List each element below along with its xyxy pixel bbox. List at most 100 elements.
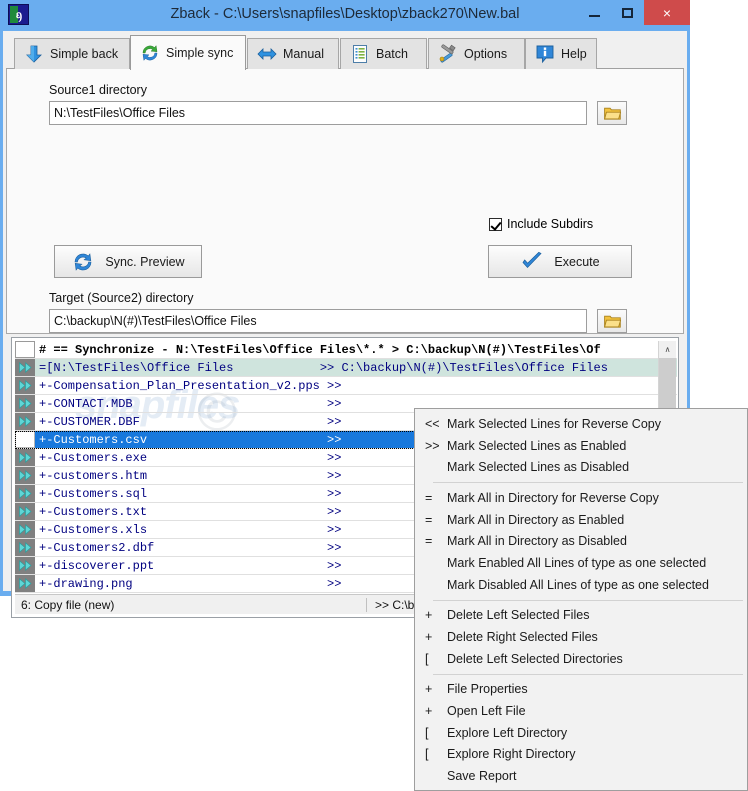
fast-forward-icon — [18, 416, 32, 427]
context-menu-item[interactable]: + Delete Right Selected Files — [415, 626, 747, 648]
close-button[interactable]: × — [644, 0, 690, 25]
context-menu-item[interactable]: Save Report — [415, 765, 747, 787]
context-menu-item[interactable]: Mark Disabled All Lines of type as one s… — [415, 574, 747, 596]
context-menu-item[interactable]: = Mark All in Directory for Reverse Copy — [415, 487, 747, 509]
row-enabled-marker[interactable] — [15, 359, 35, 376]
source1-input[interactable]: N:\TestFiles\Office Files — [49, 101, 587, 125]
execute-button[interactable]: Execute — [488, 245, 632, 278]
tab-help[interactable]: Help — [525, 38, 597, 69]
target-browse-button[interactable] — [597, 309, 627, 333]
menu-separator — [433, 482, 743, 484]
row-enabled-marker[interactable] — [15, 413, 35, 430]
list-context-menu[interactable]: << Mark Selected Lines for Reverse Copy >>… — [414, 408, 748, 791]
context-menu-item[interactable]: Mark Enabled All Lines of type as one se… — [415, 552, 747, 574]
tab-label: Simple back — [50, 47, 119, 61]
menu-item-prefix: + — [425, 630, 433, 645]
table-row[interactable]: # == Synchronize - N:\TestFiles\Office F… — [15, 341, 677, 359]
tab-batch[interactable]: Batch — [340, 38, 427, 69]
fast-forward-icon — [18, 560, 32, 571]
menu-item-prefix: [ — [425, 747, 429, 762]
row-blank-marker[interactable] — [15, 341, 35, 358]
info-bubble-icon — [536, 45, 554, 64]
menu-item-prefix: + — [425, 682, 433, 697]
table-row[interactable]: +-Compensation_Plan_Presentation_v2.pps … — [15, 377, 677, 395]
tab-label: Options — [464, 47, 508, 61]
row-text: =[N:\TestFiles\Office Files >> C:\backup… — [39, 360, 608, 375]
context-menu-item[interactable]: >> Mark Selected Lines as Enabled — [415, 435, 747, 457]
menu-item-label: Delete Right Selected Files — [447, 630, 598, 645]
source1-label: Source1 directory — [49, 83, 147, 97]
row-enabled-marker[interactable] — [15, 467, 35, 484]
menu-item-prefix: [ — [425, 651, 429, 666]
menu-item-prefix: << — [425, 416, 440, 431]
tab-label: Simple sync — [166, 46, 234, 60]
row-enabled-marker[interactable] — [15, 575, 35, 592]
source1-browse-button[interactable] — [597, 101, 627, 125]
execute-label: Execute — [554, 254, 600, 269]
down-arrow-icon — [26, 45, 42, 63]
context-menu-item[interactable]: = Mark All in Directory as Enabled — [415, 509, 747, 531]
target-input[interactable]: C:\backup\N(#)\TestFiles\Office Files — [49, 309, 587, 333]
row-enabled-marker[interactable] — [15, 395, 35, 412]
menu-item-prefix: >> — [425, 438, 440, 453]
context-menu-item[interactable]: [Delete Left Selected Directories — [415, 648, 747, 670]
menu-item-label: Mark All in Directory as Disabled — [447, 534, 627, 549]
tab-strip: Simple back Simple sync Manual Batch Opt… — [6, 34, 684, 70]
maximize-button[interactable] — [611, 0, 644, 25]
menu-item-label: Explore Right Directory — [447, 747, 576, 762]
row-enabled-marker[interactable] — [15, 503, 35, 520]
menu-separator — [433, 599, 743, 601]
tab-simple-sync[interactable]: Simple sync — [130, 35, 246, 70]
minimize-button[interactable] — [578, 0, 611, 25]
fast-forward-icon — [18, 470, 32, 481]
menu-separator — [433, 673, 743, 675]
context-menu-item[interactable]: + File Properties — [415, 679, 747, 701]
menu-item-label: Mark All in Directory for Reverse Copy — [447, 490, 659, 505]
simple-sync-panel: Source1 directory N:\TestFiles\Office Fi… — [6, 69, 684, 334]
sync-preview-button[interactable]: Sync. Preview — [54, 245, 202, 278]
row-enabled-marker[interactable] — [15, 539, 35, 556]
table-row[interactable]: =[N:\TestFiles\Office Files >> C:\backup… — [15, 359, 677, 377]
tab-label: Manual — [283, 47, 324, 61]
fast-forward-icon — [18, 524, 32, 535]
row-text: # == Synchronize - N:\TestFiles\Office F… — [39, 342, 601, 357]
context-menu-item[interactable]: + Delete Left Selected Files — [415, 605, 747, 627]
row-enabled-marker[interactable] — [15, 557, 35, 574]
fast-forward-icon — [18, 380, 32, 391]
folder-open-icon — [603, 315, 621, 328]
menu-item-label: Open Left File — [447, 704, 526, 719]
context-menu-item[interactable]: << Mark Selected Lines for Reverse Copy — [415, 413, 747, 435]
window-controls: × — [578, 0, 690, 25]
context-menu-item[interactable]: Mark Selected Lines as Disabled — [415, 456, 747, 478]
row-enabled-marker[interactable] — [15, 377, 35, 394]
menu-item-label: Explore Left Directory — [447, 725, 568, 740]
tab-manual[interactable]: Manual — [247, 38, 339, 69]
tab-label: Batch — [376, 47, 408, 61]
tab-simple-back[interactable]: Simple back — [14, 38, 130, 69]
menu-item-prefix: + — [425, 704, 433, 719]
menu-item-label: Mark Selected Lines as Disabled — [447, 460, 630, 475]
tab-options[interactable]: Options — [428, 38, 525, 69]
context-menu-item[interactable]: = Mark All in Directory as Disabled — [415, 530, 747, 552]
row-enabled-marker[interactable] — [15, 485, 35, 502]
context-menu-item[interactable]: [ Explore Left Directory — [415, 722, 747, 744]
row-enabled-marker[interactable] — [15, 449, 35, 466]
menu-item-prefix: + — [425, 608, 433, 623]
include-subdirs-checkbox[interactable] — [489, 217, 502, 231]
scroll-up-arrow-icon[interactable]: ∧ — [659, 341, 676, 358]
context-menu-item[interactable]: + Open Left File — [415, 700, 747, 722]
row-enabled-marker[interactable] — [15, 521, 35, 538]
fast-forward-icon — [18, 542, 32, 553]
left-right-arrow-icon — [257, 48, 277, 60]
menu-item-prefix: = — [425, 512, 433, 527]
menu-item-prefix: [ — [425, 725, 429, 740]
menu-item-label: Mark Selected Lines as Enabled — [447, 438, 627, 453]
document-list-icon — [353, 45, 367, 63]
sync-preview-label: Sync. Preview — [105, 254, 185, 269]
minimize-icon — [589, 14, 600, 17]
context-menu-item[interactable]: [ Explore Right Directory — [415, 744, 747, 766]
menu-item-prefix: = — [425, 490, 433, 505]
sync-arrows-icon — [75, 252, 92, 271]
row-blank-marker[interactable] — [15, 431, 35, 448]
include-subdirs-row[interactable]: Include Subdirs — [489, 217, 593, 231]
